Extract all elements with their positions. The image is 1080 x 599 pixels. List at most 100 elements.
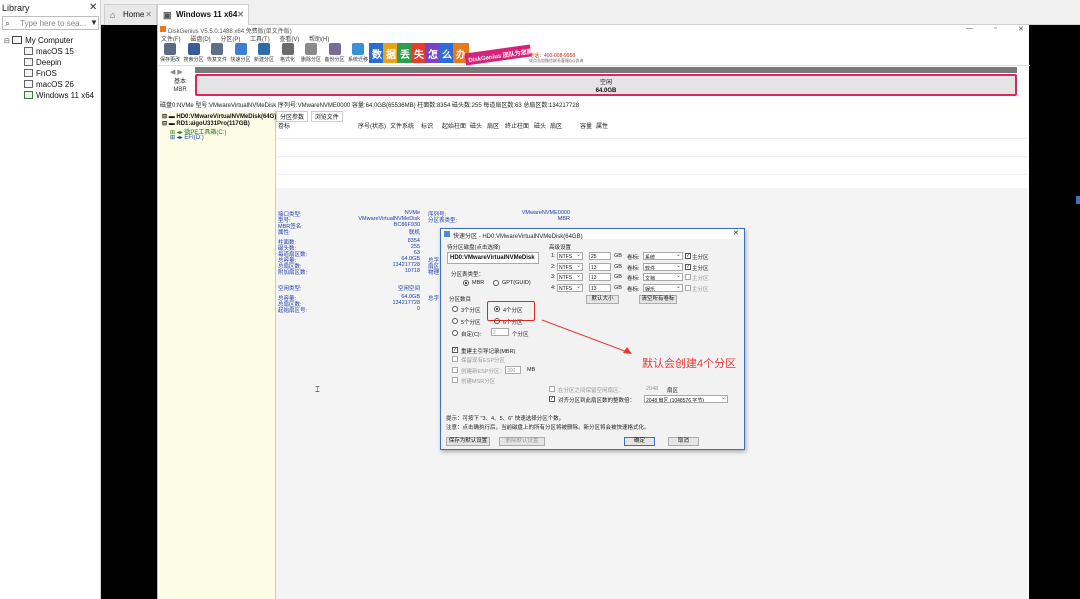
size-input[interactable]: 13 [589,273,611,281]
tree-item-my-computer[interactable]: ⊟ My Computer [4,36,73,47]
toolbar-button[interactable]: 格式化 [277,42,299,64]
tab-home[interactable]: ⌂ Home ✕ [104,4,157,25]
disk-tree-item[interactable]: ⊟ ▬ HD0:VMwareVirtualNVMeDisk(64G) [162,113,276,120]
disk-tree-item[interactable]: ⊟ ▬ RD1:aigoU331Pro(117GB) [162,120,250,127]
tab-browse-files[interactable]: 浏览文件 [310,111,343,122]
delete-default-button[interactable]: 删除默认设置 [499,437,545,446]
primary-label: 主分区 [692,255,709,261]
tip-line-1: 提示：可按下 "3、4、5、6" 快速选择分区个数。 [446,416,565,422]
radio-custom-partitions[interactable] [452,330,458,336]
chevron-down-icon[interactable]: ▼ [90,18,98,27]
toolbar-button-label: 删除分区 [300,57,321,63]
menu-bar: 文件(F) 磁盘(D) 分区(P) 工具(T) 查看(V) 帮助(H) [158,34,1030,43]
radio-mbr-label: MBR [472,280,485,286]
radio-mbr[interactable] [463,280,469,286]
delete-partition-icon [305,43,317,55]
disk-nav-arrows[interactable]: ◀ ▶ [170,68,183,76]
dialog-title: 快速分区 - HD0:VMwareVirtualNVMeDisk(64GB) [441,229,744,240]
toolbar-button[interactable]: 恢复文件 [206,42,228,64]
fs-select[interactable]: NTFS [557,283,583,292]
align-checkbox[interactable]: ✓ [549,396,555,402]
toolbar-button[interactable]: 快速分区 [230,42,252,64]
msr-create-label: 创建MSR分区 [461,379,496,385]
info-value: 联机 [408,230,420,236]
tab-label: Home [123,10,145,19]
toolbar-button-label: 恢复文件 [206,57,227,63]
info-label: 分区表类型: [428,218,458,224]
ad-banner[interactable]: 数据丢失怎么办 DiskGenius 团队为您服务 电话：400-008-995… [369,42,583,66]
info-label: 总字 [428,296,440,302]
volume-label-select[interactable]: 软件 [643,262,683,271]
library-search-input[interactable]: ⌕ Type here to sea... ▼ [2,16,99,30]
fs-select[interactable]: NTFS [557,252,583,260]
size-input[interactable]: 13 [589,283,611,292]
save-default-button[interactable]: 保存为默认设置 [446,437,490,446]
toolbar-button[interactable]: 备份分区 [324,42,346,64]
toolbar-button[interactable]: 新建分区 [253,42,275,64]
ok-button[interactable]: 确定 [624,437,655,446]
disk-select-field[interactable]: HD0:VMwareVirtualNVMeDisk [447,252,539,264]
close-button[interactable]: ✕ [1018,25,1024,33]
primary-label: 主分区 [692,286,709,293]
tree-item-label: My Computer [25,36,74,45]
size-input[interactable]: 13 [589,262,611,271]
volume-label-select[interactable]: 系统 [643,252,683,260]
info-label: 起始扇区号: [278,308,308,314]
disk-tree-item[interactable]: ⊞ ◂▸ EFI(D:) [170,134,204,141]
dialog-close-icon[interactable]: ✕ [733,229,739,237]
tab-windows-11[interactable]: ▣ Windows 11 x64 ✕ [157,4,249,25]
esp-keep-checkbox[interactable] [452,356,458,362]
tree-item-vm[interactable]: macOS 15 [24,47,74,58]
toolbar-button[interactable]: 删除分区 [300,42,322,64]
minimize-button[interactable]: — [966,25,973,32]
custom-count-input[interactable]: 2 [491,328,509,336]
tree-item-vm[interactable]: macOS 26 [24,80,74,91]
fs-select[interactable]: NTFS [557,262,583,271]
tree-item-vm[interactable]: FnOS [24,69,57,80]
volume-label-title: 卷标: [627,265,640,272]
radio-5-partitions[interactable] [452,318,458,324]
rebuild-mbr-label: 重建主引导记录(MBR) [461,349,516,355]
radio-3-partitions[interactable] [452,306,458,312]
row-index: 4: [551,284,556,291]
toolbar-button[interactable]: 保存更改 [159,42,181,64]
reserve-checkbox[interactable] [549,386,555,392]
toolbar-button[interactable]: 搜索分区 [183,42,205,64]
cancel-button[interactable]: 取消 [668,437,699,446]
tree-item-vm-selected[interactable]: Windows 11 x64 [24,91,94,102]
volume-label-title: 卷标: [627,276,640,282]
volume-label-select[interactable]: 文档 [643,273,683,281]
size-input[interactable]: 25 [589,252,611,260]
disk-map-free-space[interactable]: 空闲 64.0GB [195,74,1017,96]
radio-label: 3个分区 [461,308,481,314]
primary-checkbox[interactable] [685,284,691,291]
annotation-arrow-icon [541,319,632,354]
clear-labels-button[interactable]: 清空所有卷标 [639,295,677,304]
library-close-icon[interactable]: ✕ [89,2,97,13]
home-icon: ⌂ [110,10,116,20]
info-label: 空闲类型: [278,286,302,292]
primary-checkbox[interactable] [685,274,691,280]
tree-item-vm[interactable]: Deepin [24,58,61,69]
custom-count-unit: 个分区 [512,332,529,338]
esp-create-checkbox[interactable] [452,367,458,373]
tab-close-icon[interactable]: ✕ [145,10,152,19]
primary-checkbox[interactable]: ✓ [685,263,691,270]
rebuild-mbr-checkbox[interactable]: ✓ [452,347,458,353]
align-select[interactable]: 2048 扇区 (1048576 字节) [644,395,728,403]
search-icon: ⌕ [5,18,11,28]
maximize-button[interactable]: ▫ [994,25,996,32]
volume-label-select[interactable]: 娱乐 [643,283,683,292]
toolbar-button-label: 格式化 [279,57,295,63]
default-size-button[interactable]: 默认大小 [586,295,619,304]
radio-gpt[interactable] [493,280,499,286]
fs-select[interactable]: NTFS [557,273,583,281]
esp-keep-label: 保留现有ESP分区 [461,358,506,364]
toolbar-button[interactable]: 系统迁移 [347,42,369,64]
msr-create-checkbox[interactable] [452,377,458,383]
disk-info-bar: 磁盘0:NVMe 型号:VMwareVirtualNVMeDisk 序列号:VM… [160,103,580,109]
row-index: 2: [551,263,556,270]
primary-checkbox[interactable]: ✓ [685,253,691,259]
tab-close-icon[interactable]: ✕ [237,10,244,19]
esp-size-input[interactable]: 300 [505,366,521,374]
